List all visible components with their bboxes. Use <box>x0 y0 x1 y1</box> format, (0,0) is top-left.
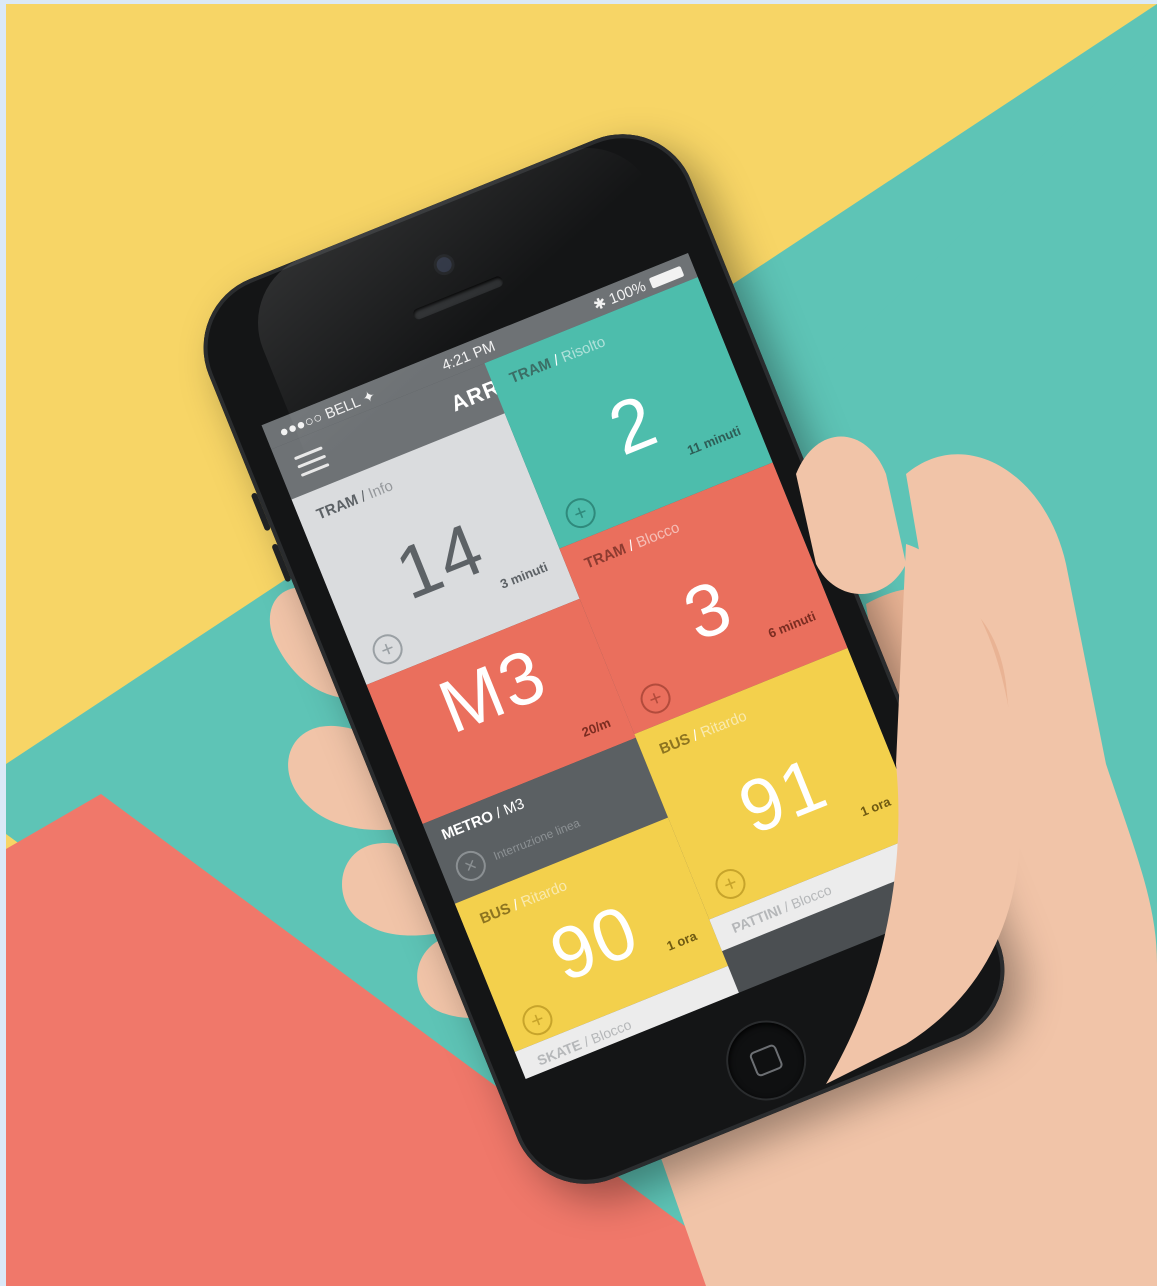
metro-detail: Interruzione linea <box>491 815 582 864</box>
plus-circle-icon[interactable]: + <box>636 679 676 719</box>
plus-circle-icon[interactable]: + <box>368 629 408 669</box>
scene: ●●●○○ BELL ✦ 4:21 PM ✱ 100% ARRIVO TRAM … <box>6 4 1157 1286</box>
home-button-icon[interactable] <box>716 1011 816 1110</box>
front-camera <box>434 254 454 275</box>
tile-label: TRAM / Info <box>314 477 396 524</box>
plus-circle-icon[interactable]: + <box>710 864 751 904</box>
earpiece-speaker <box>411 274 505 321</box>
close-circle-icon[interactable]: × <box>451 846 491 886</box>
plus-circle-icon[interactable]: + <box>561 493 601 533</box>
tile-eta: 20/m <box>579 714 613 740</box>
